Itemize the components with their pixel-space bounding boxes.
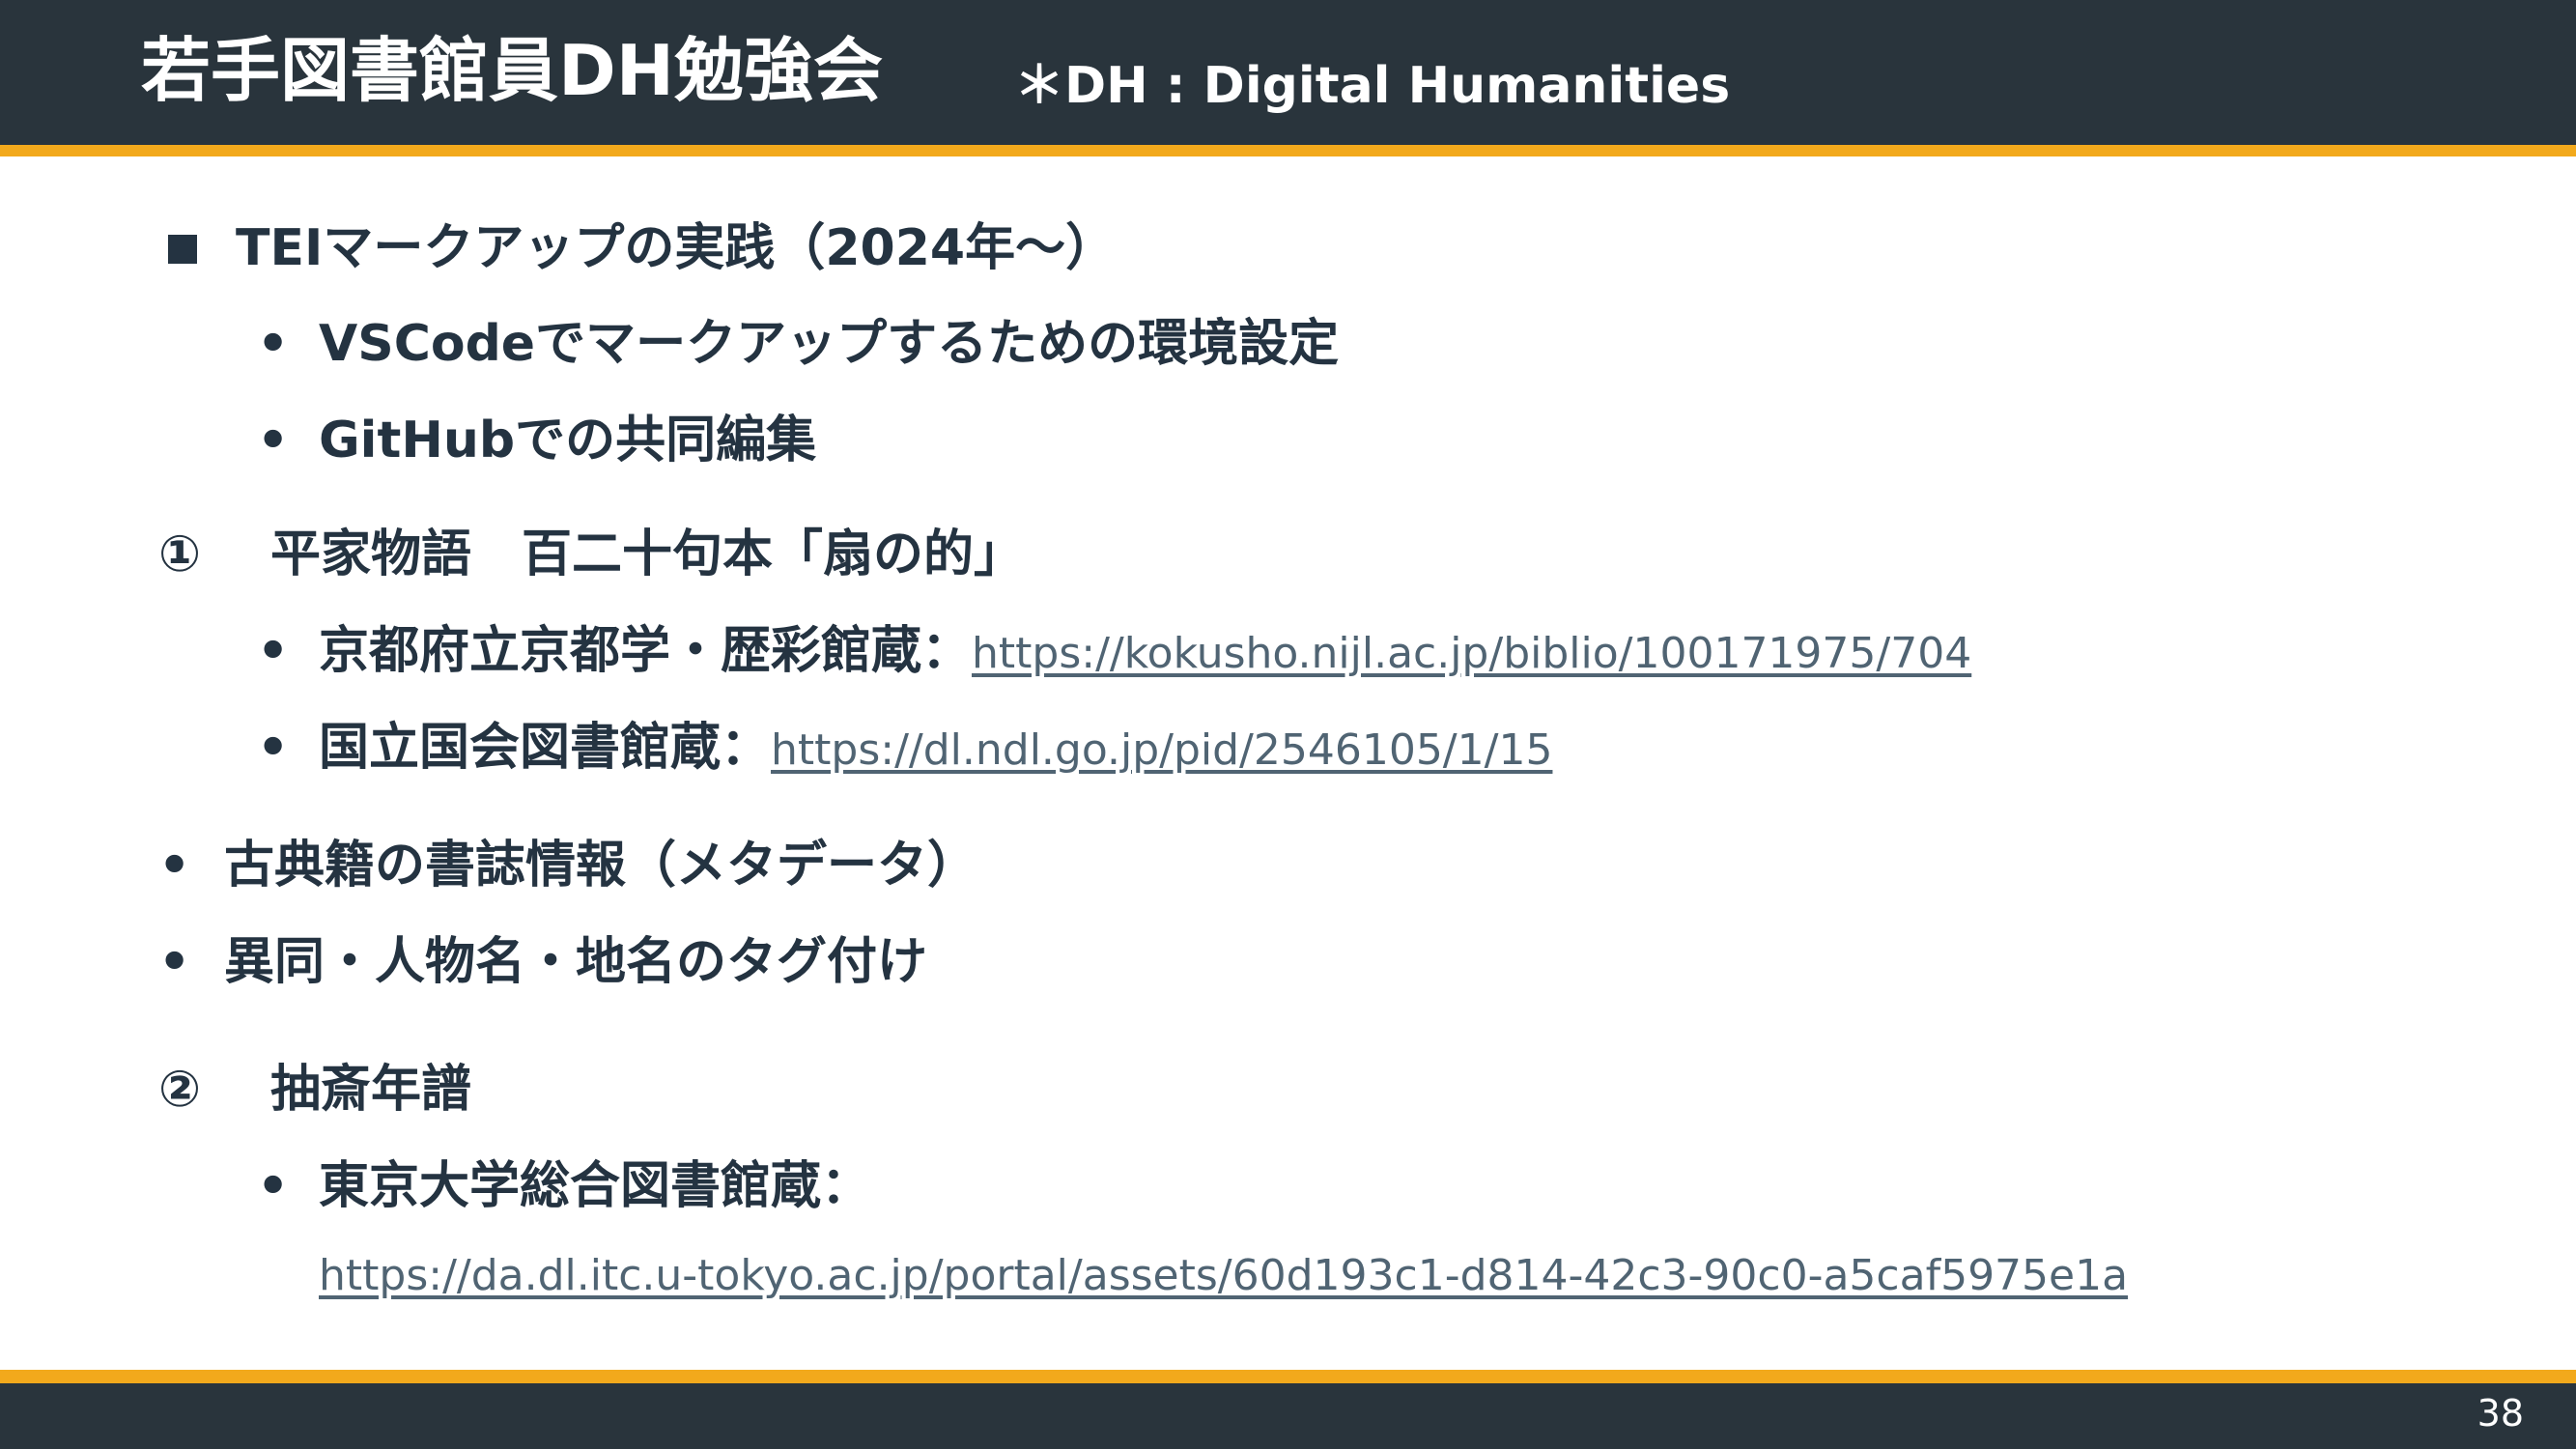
item1-source-kyoto-label: 京都府立京都学・歴彩館蔵： (319, 622, 973, 680)
slide-subtitle: ＊DH : Digital Humanities (1014, 57, 1731, 115)
item1-source-ndl-label: 国立国会図書館蔵： (319, 719, 772, 777)
bullet-icon: • (257, 622, 290, 680)
bullet-icon: • (257, 412, 290, 469)
header-accent-stripe (0, 145, 2576, 156)
item1-number: ① (158, 526, 202, 583)
item2-source-utokyo-link[interactable]: https://da.dl.itc.u-tokyo.ac.jp/portal/a… (319, 1251, 2128, 1300)
item2-source-utokyo: https://da.dl.itc.u-tokyo.ac.jp/portal/a… (319, 1243, 2128, 1303)
bullet-icon: • (257, 719, 290, 777)
item2-heading: 抽斎年譜 (270, 1061, 472, 1119)
bullet-icon: • (257, 1157, 290, 1215)
footer-bar (0, 1383, 2576, 1449)
item2-source-utokyo-label: 東京大学総合図書館蔵： (319, 1157, 872, 1215)
item1-heading: 平家物語 百二十句本「扇の的」 (270, 526, 1025, 583)
bullet-icon: • (158, 933, 191, 991)
item1-source-kyoto: 京都府立京都学・歴彩館蔵：https://kokusho.nijl.ac.jp/… (319, 621, 1971, 681)
item1-source-ndl: 国立国会図書館蔵：https://dl.ndl.go.jp/pid/254610… (319, 718, 1552, 778)
tei-bullet-github: GitHubでの共同編集 (319, 412, 817, 469)
tei-bullet-vscode: VSCodeでマークアップするための環境設定 (319, 315, 1340, 373)
footer-accent-stripe (0, 1370, 2576, 1383)
bullet-icon: • (257, 315, 290, 373)
item2-number: ② (158, 1061, 202, 1119)
section-tei-heading: TEIマークアップの実践（2024年～） (236, 219, 1117, 277)
item1-source-kyoto-link[interactable]: https://kokusho.nijl.ac.jp/biblio/100171… (972, 629, 1971, 678)
page-number: 38 (2477, 1392, 2524, 1435)
item1-source-ndl-link[interactable]: https://dl.ndl.go.jp/pid/2546105/1/15 (771, 725, 1552, 775)
item1-bullet-tagging: 異同・人物名・地名のタグ付け (224, 933, 928, 991)
square-bullet-icon (168, 235, 197, 264)
bullet-icon: • (158, 837, 191, 895)
item1-bullet-metadata: 古典籍の書誌情報（メタデータ） (224, 837, 978, 895)
slide-title: 若手図書館員DH勉強会 (141, 30, 884, 111)
